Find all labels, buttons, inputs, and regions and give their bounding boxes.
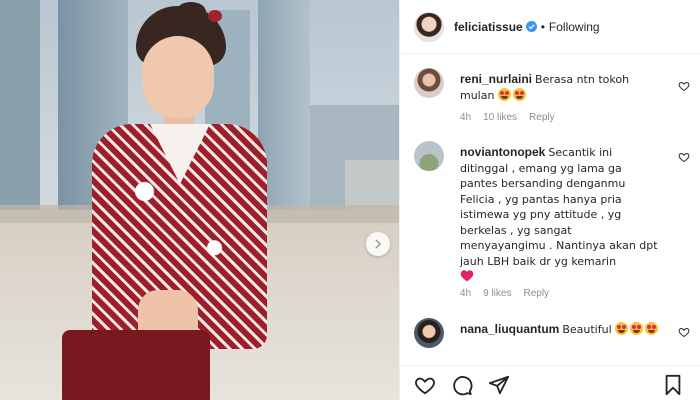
- comment-text: Secantik ini ditinggal , emang yg lama g…: [460, 146, 658, 268]
- comment-body: reni_nurlaini Berasa ntn tokoh mulan: [460, 72, 660, 103]
- like-heart-icon[interactable]: [414, 374, 436, 396]
- comment-body: nana_liuquantum Beautiful: [460, 322, 660, 338]
- comment-likes[interactable]: 9 likes: [483, 288, 511, 299]
- save-bookmark-icon[interactable]: [662, 374, 684, 396]
- commenter-avatar[interactable]: [414, 141, 444, 171]
- heart-eyes-emoji: [644, 322, 658, 335]
- separator-dot: •: [540, 19, 545, 34]
- author-username[interactable]: feliciatissue: [454, 20, 523, 34]
- comment-text: Beautiful: [562, 323, 612, 336]
- chevron-right-icon: [375, 239, 382, 249]
- comment-meta: 4h 10 likes Reply: [460, 112, 567, 123]
- comment-username[interactable]: nana_liuquantum: [460, 322, 559, 336]
- heart-eyes-emoji: [497, 87, 511, 101]
- comment-username[interactable]: reni_nurlaini: [460, 72, 532, 86]
- comment-body: noviantonopek Secantik ini ditinggal , em…: [460, 145, 660, 285]
- heart-eyes-emoji: [629, 322, 643, 335]
- comment-meta: 4h 9 likes Reply: [460, 288, 561, 299]
- verified-badge-icon: [525, 21, 537, 32]
- like-comment-heart-icon[interactable]: [678, 80, 690, 92]
- comment-time: 4h: [460, 112, 472, 123]
- reply-button[interactable]: Reply: [529, 112, 555, 123]
- heart-eyes-emoji: [614, 322, 628, 335]
- person-hair-bun: [176, 2, 206, 22]
- following-button[interactable]: Following: [549, 20, 600, 34]
- post-photo[interactable]: [0, 0, 399, 400]
- like-comment-heart-icon[interactable]: [678, 151, 690, 163]
- comment-likes[interactable]: 10 likes: [483, 112, 517, 123]
- hair-flower: [208, 10, 222, 22]
- red-heart-emoji: [460, 270, 474, 282]
- reply-button[interactable]: Reply: [523, 288, 549, 299]
- comment-username[interactable]: noviantonopek: [460, 145, 545, 159]
- red-skirt: [62, 330, 210, 400]
- background-building: [0, 0, 40, 220]
- comment-bubble-icon[interactable]: [451, 374, 473, 396]
- commenter-avatar[interactable]: [414, 68, 444, 98]
- comment-item: noviantonopek Secantik ini ditinggal , em…: [414, 141, 694, 305]
- post-viewer: feliciatissue • Following reni_nurlaini B…: [0, 0, 700, 400]
- like-comment-heart-icon[interactable]: [678, 326, 690, 338]
- comment-time: 4h: [460, 288, 472, 299]
- author-avatar[interactable]: [414, 11, 444, 42]
- comment-item: reni_nurlaini Berasa ntn tokoh mulan 4h 1…: [414, 68, 694, 128]
- person-face: [142, 36, 214, 118]
- commenter-avatar[interactable]: [414, 318, 444, 348]
- post-action-bar: [400, 365, 700, 400]
- comments-panel: feliciatissue • Following reni_nurlaini B…: [399, 0, 700, 400]
- post-header: feliciatissue • Following: [400, 0, 700, 54]
- next-photo-button[interactable]: [366, 232, 390, 256]
- heart-eyes-emoji: [512, 87, 526, 101]
- comment-item: nana_liuquantum Beautiful: [414, 318, 694, 362]
- share-paper-plane-icon[interactable]: [488, 374, 510, 396]
